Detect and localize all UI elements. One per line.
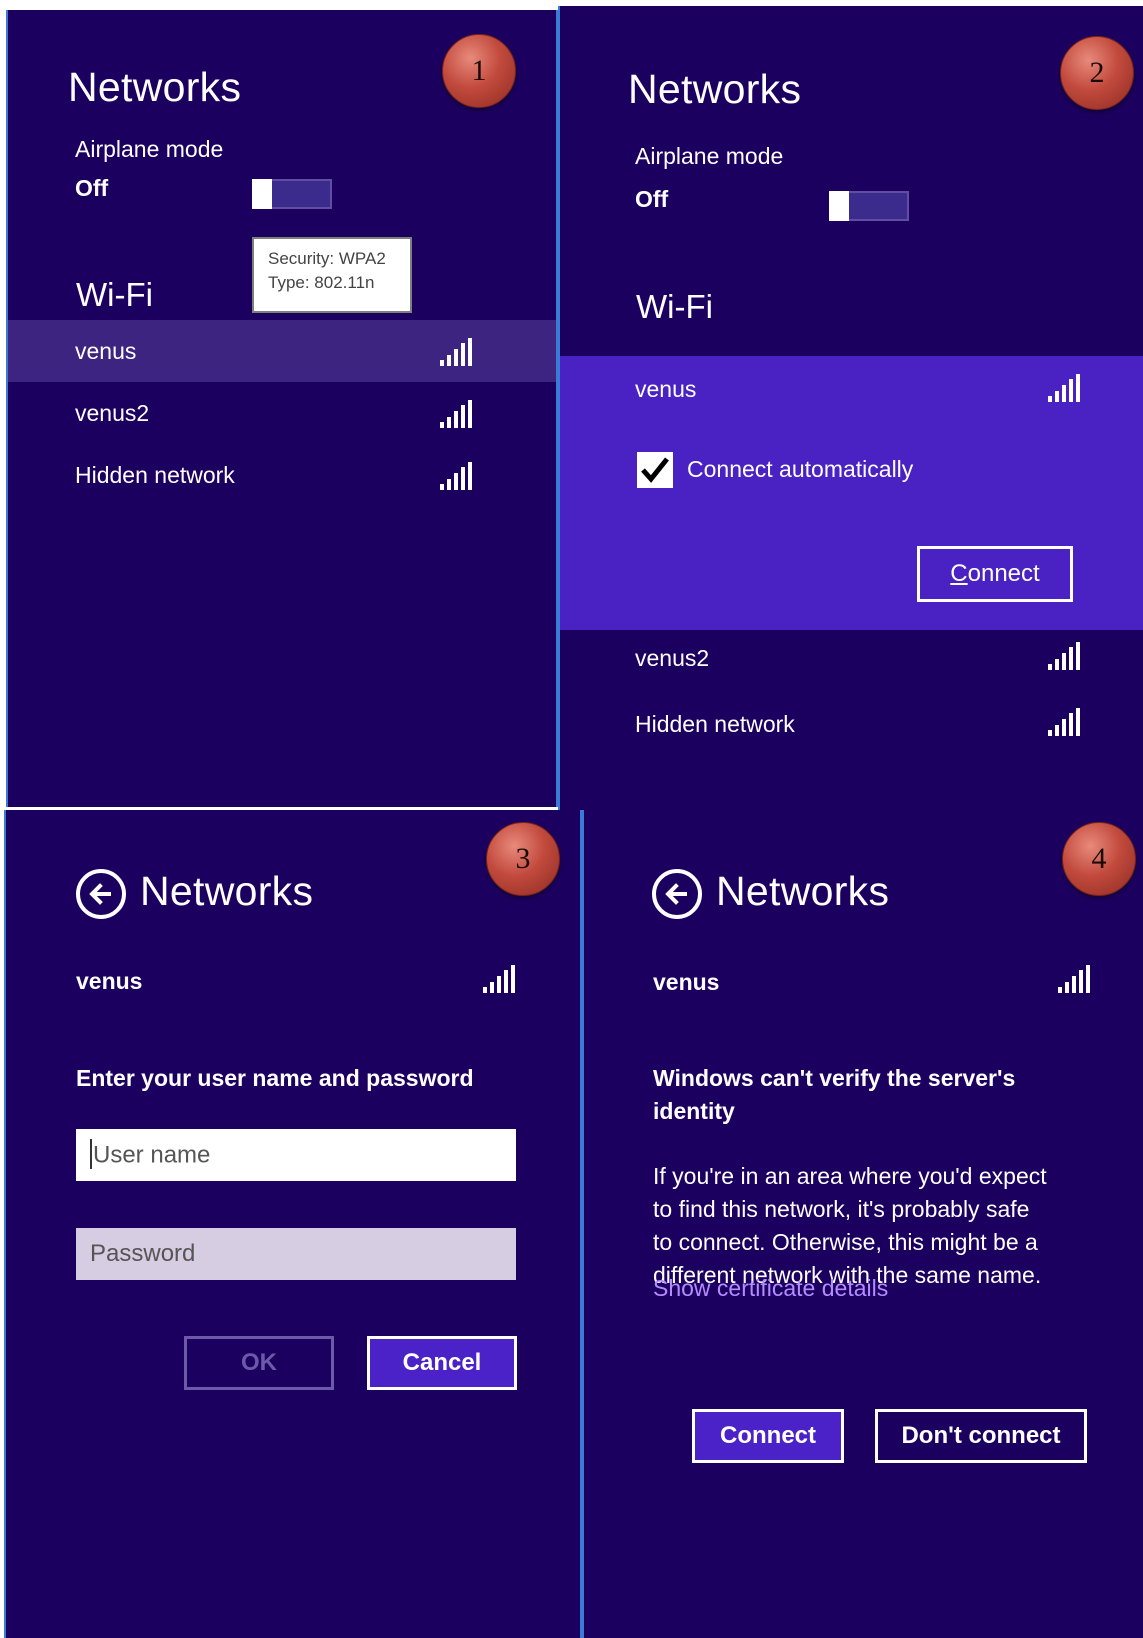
- network-name: venus: [75, 338, 137, 364]
- connect-automatically-checkbox[interactable]: [637, 452, 673, 488]
- airplane-mode-state: Off: [635, 186, 669, 212]
- page-title: Networks: [716, 868, 890, 914]
- airplane-mode-toggle[interactable]: [829, 191, 909, 221]
- connect-button[interactable]: Connect: [692, 1409, 844, 1463]
- back-arrow-icon[interactable]: [652, 869, 702, 919]
- back-arrow-icon[interactable]: [76, 869, 126, 919]
- body-line: If you're in an area where you'd expect: [653, 1163, 1047, 1189]
- network-name: Hidden network: [75, 462, 235, 488]
- signal-icon: [483, 965, 517, 993]
- wifi-header: Wi-Fi: [76, 276, 153, 313]
- airplane-mode-label: Airplane mode: [75, 136, 224, 162]
- step-badge-1: 1: [442, 34, 516, 108]
- network-name: venus2: [635, 645, 710, 671]
- wifi-header: Wi-Fi: [636, 288, 713, 325]
- connect-accel-key: C: [950, 560, 968, 587]
- network-row-hidden[interactable]: Hidden network: [560, 696, 1143, 762]
- step-badge-2: 2: [1060, 36, 1134, 110]
- warning-heading-line: Windows can't verify the server's: [653, 1065, 1016, 1091]
- signal-icon: [440, 400, 474, 428]
- page-title: Networks: [140, 868, 314, 914]
- connect-label-rest: onnect: [967, 560, 1040, 587]
- step-badge-3: 3: [486, 822, 560, 896]
- network-tooltip: Security: WPA2 Type: 802.11n: [252, 237, 412, 313]
- ok-button[interactable]: OK: [184, 1336, 334, 1390]
- signal-icon: [1048, 374, 1082, 402]
- connect-automatically-label: Connect automatically: [687, 456, 914, 482]
- toggle-knob: [829, 191, 849, 221]
- warning-heading: Windows can't verify the server's identi…: [653, 1062, 1083, 1128]
- airplane-mode-state: Off: [75, 175, 109, 201]
- step-badge-4: 4: [1062, 822, 1136, 896]
- networks-panel-1: 1 Networks Airplane mode Off Security: W…: [6, 10, 558, 807]
- network-name: venus: [635, 376, 697, 402]
- tooltip-type: Type: 802.11n: [268, 273, 375, 292]
- warning-heading-line: identity: [653, 1098, 735, 1124]
- network-row-venus2[interactable]: venus2: [8, 382, 556, 444]
- cancel-button[interactable]: Cancel: [367, 1336, 517, 1390]
- network-row-venus2[interactable]: venus2: [560, 630, 1143, 696]
- password-placeholder: Password: [90, 1240, 196, 1267]
- verify-panel-4: 4 Networks venus Windows can't verify th…: [582, 810, 1143, 1638]
- checkmark-icon: [641, 457, 669, 483]
- signal-icon: [1058, 965, 1092, 993]
- credentials-panel-3: 3 Networks venus Enter your user name an…: [4, 810, 582, 1638]
- credentials-prompt: Enter your user name and password: [76, 1065, 474, 1091]
- signal-icon: [1048, 642, 1082, 670]
- connect-button[interactable]: Connect: [917, 546, 1073, 602]
- dont-connect-button[interactable]: Don't connect: [875, 1409, 1087, 1463]
- network-name: venus: [76, 968, 143, 994]
- network-row-venus[interactable]: venus: [8, 320, 556, 382]
- username-placeholder: User name: [93, 1141, 211, 1169]
- networks-panel-2: 2 Networks Airplane mode Off Wi-Fi venus…: [558, 6, 1143, 810]
- network-name: venus2: [75, 400, 150, 426]
- signal-icon: [440, 462, 474, 490]
- network-expanded-venus[interactable]: venus Connect automatically Connect: [560, 356, 1143, 630]
- warning-body: If you're in an area where you'd expect …: [653, 1160, 1083, 1292]
- body-line: to connect. Otherwise, this might be a: [653, 1229, 1038, 1255]
- signal-icon: [1048, 708, 1082, 736]
- toggle-knob: [252, 179, 272, 209]
- signal-icon: [440, 338, 474, 366]
- network-row-hidden[interactable]: Hidden network: [8, 444, 556, 506]
- username-input[interactable]: User name: [76, 1129, 516, 1181]
- show-certificate-link[interactable]: Show certificate details: [653, 1275, 888, 1302]
- body-line: to find this network, it's probably safe: [653, 1196, 1030, 1222]
- airplane-mode-toggle[interactable]: [252, 179, 332, 209]
- password-input[interactable]: Password: [76, 1228, 516, 1280]
- network-name: Hidden network: [635, 711, 795, 737]
- page-title: Networks: [68, 64, 242, 110]
- tooltip-security: Security: WPA2: [268, 249, 386, 268]
- text-caret: [90, 1139, 92, 1169]
- airplane-mode-label: Airplane mode: [635, 143, 784, 169]
- network-name: venus: [653, 969, 720, 995]
- page-title: Networks: [628, 66, 802, 112]
